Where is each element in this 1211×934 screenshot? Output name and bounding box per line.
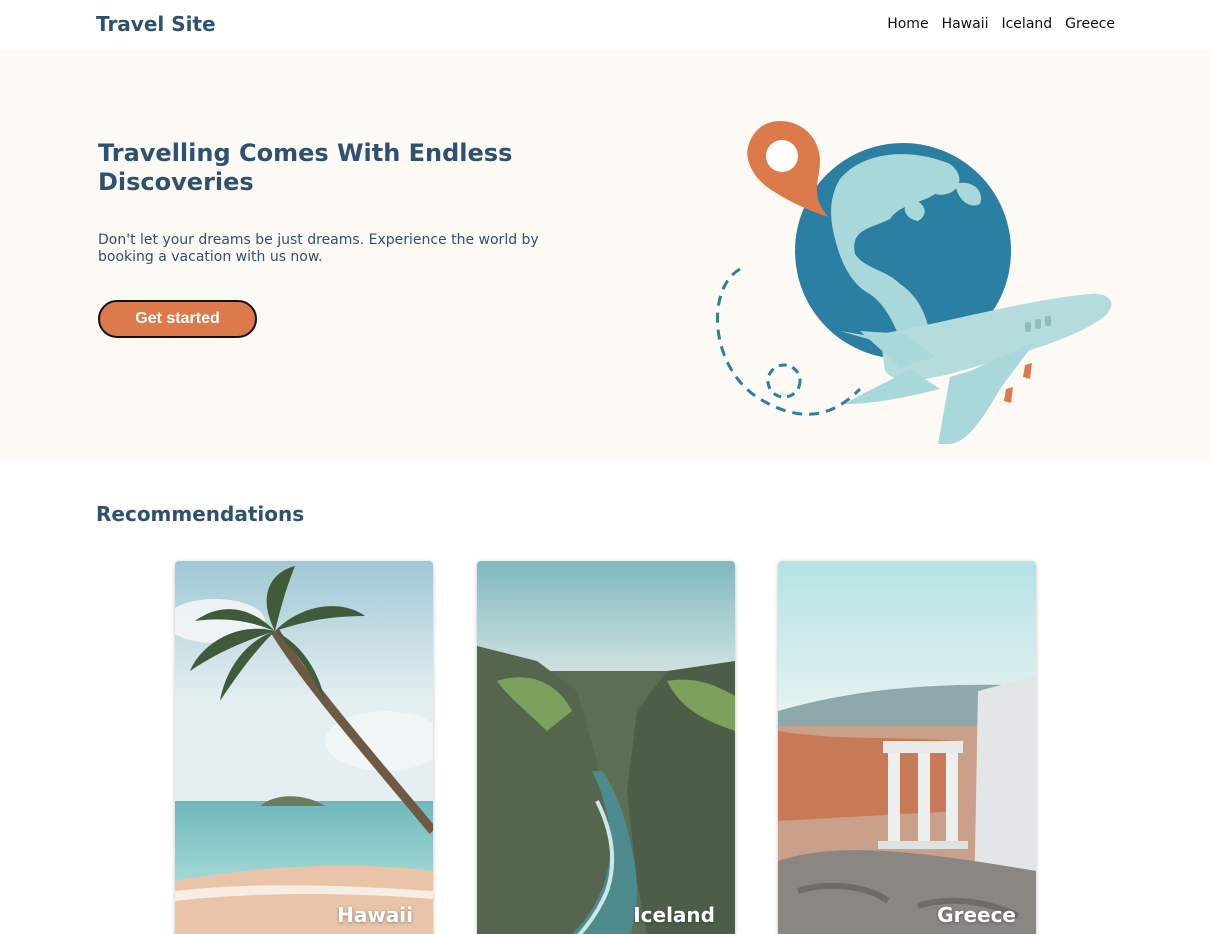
- card-iceland[interactable]: Iceland: [477, 561, 735, 934]
- nav-links: Home Hawaii Iceland Greece: [887, 16, 1115, 32]
- card-label-hawaii: Hawaii: [337, 903, 413, 927]
- card-label-iceland: Iceland: [633, 903, 715, 927]
- nav-link-greece[interactable]: Greece: [1065, 16, 1115, 32]
- hawaii-photo: [175, 561, 433, 934]
- nav-link-home[interactable]: Home: [887, 16, 928, 32]
- nav-link-iceland[interactable]: Iceland: [1001, 16, 1052, 32]
- navbar: Travel Site Home Hawaii Iceland Greece: [0, 0, 1211, 49]
- hero-text: Don't let your dreams be just dreams. Ex…: [98, 232, 539, 265]
- get-started-button[interactable]: Get started: [98, 300, 257, 338]
- greece-photo: [778, 561, 1036, 934]
- iceland-photo: [477, 561, 735, 934]
- card-label-greece: Greece: [937, 903, 1016, 927]
- map-pin-icon: [747, 121, 828, 217]
- hero-title: Travelling Comes With Endless Discoverie…: [98, 139, 513, 196]
- card-hawaii[interactable]: Hawaii: [175, 561, 433, 934]
- site-brand[interactable]: Travel Site: [96, 12, 216, 36]
- nav-link-hawaii[interactable]: Hawaii: [942, 16, 989, 32]
- recommendations-title: Recommendations: [96, 502, 305, 526]
- card-greece[interactable]: Greece: [778, 561, 1036, 934]
- travel-illustration: [715, 121, 1112, 444]
- flight-path-loop: [766, 363, 802, 399]
- hero-section: Travelling Comes With Endless Discoverie…: [0, 49, 1211, 460]
